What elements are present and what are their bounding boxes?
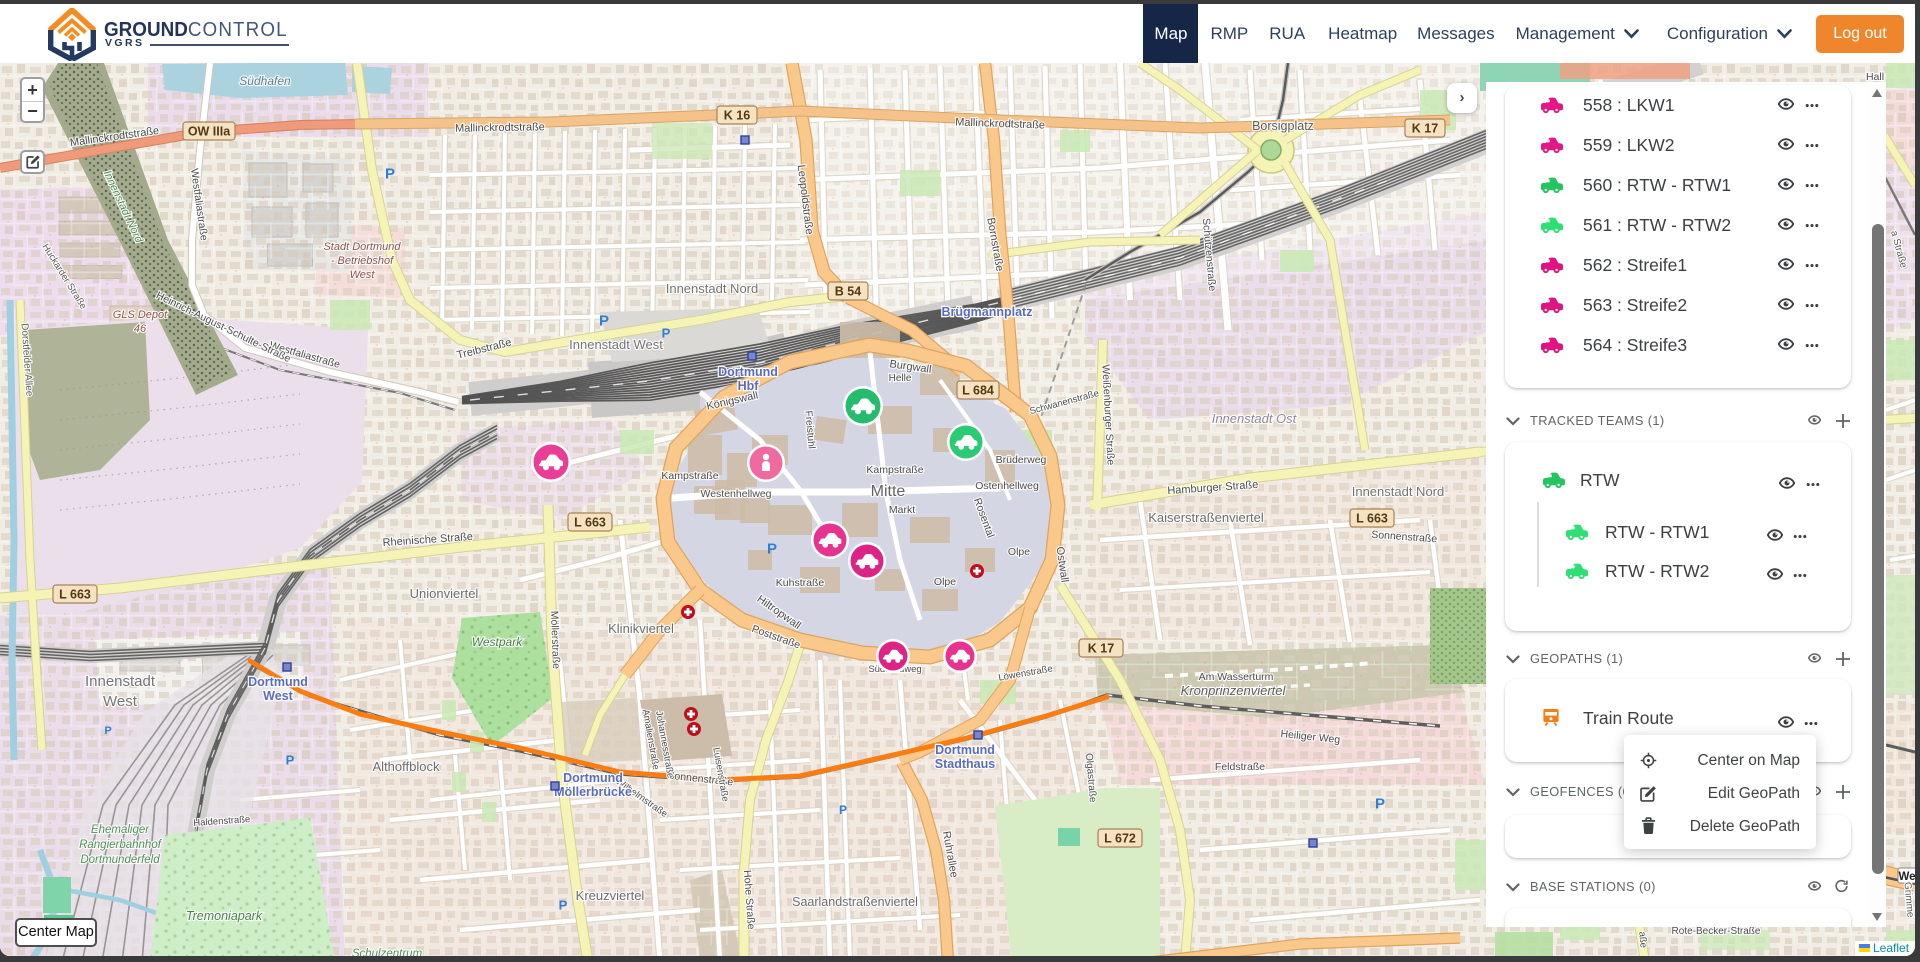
svg-text:P: P	[385, 165, 395, 182]
svg-text:Helle: Helle	[889, 373, 912, 384]
svg-text:L 663: L 663	[574, 516, 606, 530]
svg-text:Olpe: Olpe	[1008, 546, 1030, 558]
svg-text:Kuhstraße: Kuhstraße	[776, 577, 825, 589]
svg-text:Rote-Becker-Straße: Rote-Becker-Straße	[1672, 926, 1761, 937]
svg-text:P: P	[559, 898, 568, 913]
svg-text:Althoffblock: Althoffblock	[373, 759, 440, 774]
svg-text:Saarlandstraßenviertel: Saarlandstraßenviertel	[792, 895, 918, 909]
svg-text:L 663: L 663	[1356, 512, 1388, 526]
svg-text:Mitte: Mitte	[871, 483, 906, 500]
svg-text:Olpe: Olpe	[934, 576, 956, 588]
svg-text:P: P	[839, 803, 847, 817]
svg-text:Innenstadt: Innenstadt	[85, 673, 156, 690]
svg-text:Ostenhellweg: Ostenhellweg	[975, 480, 1039, 492]
svg-text:GLS Depot: GLS Depot	[113, 309, 168, 321]
svg-text:Dortmund: Dortmund	[935, 743, 995, 757]
svg-text:OW IIIa: OW IIIa	[188, 125, 231, 139]
svg-text:Innenstadt Nord: Innenstadt Nord	[666, 281, 759, 296]
svg-text:Innenstadt West: Innenstadt West	[569, 337, 663, 352]
svg-text:Kaiserstraßenviertel: Kaiserstraßenviertel	[1148, 510, 1264, 525]
svg-text:B 54: B 54	[835, 285, 861, 299]
svg-text:Brügmannplatz: Brügmannplatz	[942, 305, 1033, 319]
svg-text:Südhafen: Südhafen	[239, 74, 291, 88]
svg-text:P: P	[286, 753, 295, 768]
svg-text:Kampstraße: Kampstraße	[661, 470, 718, 482]
svg-text:Kampstraße: Kampstraße	[866, 464, 923, 476]
svg-text:Hbf: Hbf	[738, 379, 760, 393]
svg-text:L 684: L 684	[962, 384, 994, 398]
svg-text:P: P	[767, 540, 777, 557]
svg-text:L 672: L 672	[1104, 832, 1136, 846]
svg-text:Möllerstraße: Möllerstraße	[548, 611, 562, 670]
svg-text:46: 46	[134, 323, 147, 335]
svg-text:Unionviertel: Unionviertel	[410, 586, 479, 601]
svg-text:L 663: L 663	[59, 588, 91, 602]
svg-text:Mallinckrodtstraße: Mallinckrodtstraße	[455, 121, 545, 135]
svg-text:Ehemaliger: Ehemaliger	[91, 824, 150, 836]
svg-text:aße: aße	[1636, 931, 1648, 948]
svg-text:West: West	[263, 689, 293, 703]
svg-text:Innenstadt Ost: Innenstadt Ost	[1212, 411, 1298, 426]
svg-text:P: P	[599, 312, 609, 329]
svg-text:- Betriebshof: - Betriebshof	[331, 255, 394, 267]
svg-text:Möllerbrücke: Möllerbrücke	[554, 785, 632, 799]
svg-text:K 17: K 17	[1412, 122, 1438, 136]
svg-text:Westpark: Westpark	[472, 635, 523, 649]
svg-text:Stadt Dortmund: Stadt Dortmund	[323, 241, 401, 253]
svg-text:P: P	[1375, 795, 1385, 812]
svg-text:Borsigplatz: Borsigplatz	[1252, 119, 1314, 133]
svg-text:P: P	[662, 326, 671, 341]
svg-text:Feldstraße: Feldstraße	[1215, 761, 1265, 773]
svg-text:Innenstadt Nord: Innenstadt Nord	[1352, 484, 1445, 499]
svg-text:Rangierbahnhof: Rangierbahnhof	[79, 839, 163, 851]
svg-text:K 16: K 16	[724, 109, 750, 123]
svg-text:Dortmund: Dortmund	[248, 675, 308, 689]
svg-text:Schulzentrum: Schulzentrum	[352, 948, 423, 956]
svg-text:Tremoniapark: Tremoniapark	[186, 909, 263, 923]
svg-text:West: West	[350, 269, 376, 281]
svg-text:Klinikviertel: Klinikviertel	[608, 621, 674, 636]
svg-text:Am Wasserturm: Am Wasserturm	[1199, 671, 1274, 683]
svg-text:K 17: K 17	[1088, 642, 1114, 656]
svg-text:Markt: Markt	[889, 504, 915, 516]
svg-text:Dortmund: Dortmund	[563, 771, 623, 785]
svg-text:Brüderweg: Brüderweg	[996, 454, 1047, 466]
svg-text:Kreuzviertel: Kreuzviertel	[576, 888, 645, 903]
svg-text:P: P	[104, 725, 111, 737]
svg-text:Dortmunderfeld: Dortmunderfeld	[80, 854, 160, 866]
svg-text:Stadthaus: Stadthaus	[935, 757, 995, 771]
svg-text:Westenhellweg: Westenhellweg	[700, 488, 771, 500]
svg-text:West: West	[103, 693, 138, 710]
svg-text:Kronprinzenviertel: Kronprinzenviertel	[1181, 683, 1287, 698]
svg-text:Dortmund: Dortmund	[718, 365, 778, 379]
